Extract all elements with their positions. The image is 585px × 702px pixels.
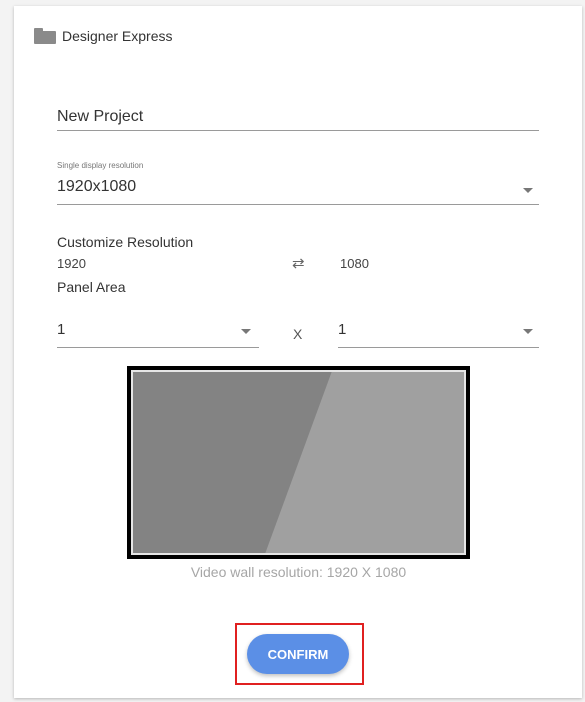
app-title: Designer Express: [62, 28, 173, 44]
panel-rows-value: 1: [338, 321, 347, 338]
resolution-value: 1920x1080: [57, 178, 137, 195]
video-wall-preview: [127, 366, 470, 559]
project-name-input[interactable]: [57, 104, 539, 131]
chevron-down-icon: [523, 329, 533, 334]
resolution-label: Single display resolution: [57, 161, 144, 170]
chevron-down-icon: [523, 188, 533, 193]
resolution-select[interactable]: 1920x1080: [57, 178, 539, 205]
preview-svg: [127, 366, 470, 559]
panel-rows-select[interactable]: 1: [338, 321, 539, 348]
confirm-button[interactable]: CONFIRM: [247, 634, 349, 674]
project-card: Designer Express Single display resoluti…: [14, 6, 582, 698]
panel-columns-select[interactable]: 1: [57, 321, 259, 348]
chevron-down-icon: [241, 329, 251, 334]
customize-resolution-label: Customize Resolution: [57, 234, 194, 250]
app-header: Designer Express: [34, 28, 173, 44]
video-wall-caption: Video wall resolution: 1920 X 1080: [190, 564, 407, 580]
resolution-width[interactable]: 1920: [57, 256, 86, 271]
panel-columns-value: 1: [57, 321, 66, 338]
folder-icon: [34, 28, 56, 44]
swap-icon[interactable]: ⇄: [292, 254, 305, 272]
panel-area-label: Panel Area: [57, 279, 126, 295]
resolution-height[interactable]: 1080: [340, 256, 369, 271]
panel-separator: X: [293, 326, 303, 342]
